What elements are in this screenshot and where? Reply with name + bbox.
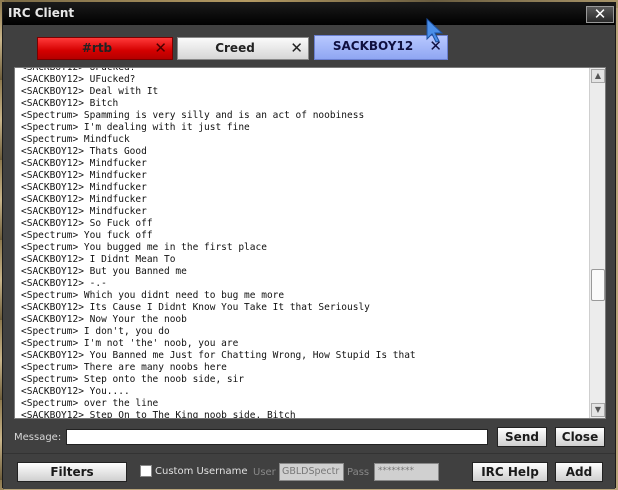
chat-line: <SACKBOY12> Deal with It — [21, 86, 159, 97]
chat-line: <Spectrum> I don't, you do — [21, 326, 170, 337]
close-button[interactable]: Close — [555, 427, 605, 447]
chat-line: <SACKBOY12> Mindfucker — [21, 158, 147, 169]
send-button[interactable]: Send — [497, 427, 547, 447]
chat-line: <Spectrum> over the line — [21, 398, 159, 409]
irc-client-window: IRC Client ✕ #rtb ✕ Creed ✕ SACKBOY12 ✕ … — [2, 2, 616, 489]
chat-line: <Spectrum> I'm dealing with it just fine — [21, 122, 250, 133]
user-label: User — [253, 467, 276, 478]
tab-bar: #rtb ✕ Creed ✕ SACKBOY12 ✕ — [3, 25, 615, 63]
custom-username-label: Custom Username — [155, 466, 248, 477]
user-field[interactable]: GBLDSpectr — [279, 463, 344, 481]
message-row: Message: Send Close — [3, 423, 615, 451]
chat-line: <Spectrum> There are many noobs here — [21, 362, 227, 373]
chat-line: <SACKBOY12> You.... — [21, 386, 130, 397]
chat-line: <SACKBOY12> Now Your the noob — [21, 314, 187, 325]
chat-line: <SACKBOY12> UFucked! — [21, 67, 136, 73]
pass-label: Pass — [347, 467, 370, 478]
chat-line: <Spectrum> You fuck off — [21, 230, 153, 241]
chat-line: <SACKBOY12> Mindfucker — [21, 170, 147, 181]
tab-rtb[interactable]: #rtb ✕ — [37, 37, 173, 60]
window-close-icon[interactable]: ✕ — [586, 6, 614, 23]
tab-label: #rtb — [81, 41, 113, 55]
message-input[interactable] — [66, 429, 488, 445]
irc-help-button[interactable]: IRC Help — [472, 462, 548, 482]
custom-username-checkbox[interactable] — [140, 465, 152, 477]
vertical-scrollbar[interactable]: ▲ ▼ — [589, 68, 605, 418]
chat-line: <Spectrum> Mindfuck — [21, 134, 130, 145]
scroll-up-icon[interactable]: ▲ — [591, 69, 605, 83]
chat-line: <SACKBOY12> Step On to The King noob sid… — [21, 410, 296, 419]
filters-button[interactable]: Filters — [17, 462, 127, 482]
chat-line: <SACKBOY12> Thats Good — [21, 146, 147, 157]
tab-close-icon[interactable]: ✕ — [154, 39, 167, 57]
chat-line: <SACKBOY12> -.- — [21, 278, 107, 289]
tab-creed[interactable]: Creed ✕ — [177, 37, 309, 60]
chat-log: <SACKBOY12> UFucked! <SACKBOY12> UFucked?… — [21, 67, 587, 419]
footer-bar: Filters Custom Username User GBLDSpectr … — [3, 453, 615, 489]
tab-close-icon[interactable]: ✕ — [290, 39, 303, 57]
chat-line: <SACKBOY12> Mindfucker — [21, 206, 147, 217]
message-label: Message: — [14, 432, 62, 443]
chat-line: <SACKBOY12> So Fuck off — [21, 218, 153, 229]
chat-line: <Spectrum> I'm not 'the' noob, you are — [21, 338, 239, 349]
chat-line: <SACKBOY12> UFucked? — [21, 74, 136, 85]
chat-line: <Spectrum> Which you didnt need to bug m… — [21, 290, 285, 301]
chat-line: <Spectrum> Step onto the noob side, sir — [21, 374, 245, 385]
chat-line: <Spectrum> Spamming is very silly and is… — [21, 110, 365, 121]
window-title: IRC Client — [8, 6, 75, 20]
chat-line: <SACKBOY12> You Banned me Just for Chatt… — [21, 350, 416, 361]
tab-label: SACKBOY12 — [332, 39, 414, 53]
pass-field[interactable]: ******** — [374, 463, 439, 481]
chat-line: <SACKBOY12> Its Cause I Didnt Know You T… — [21, 302, 370, 313]
scroll-down-icon[interactable]: ▼ — [591, 403, 605, 417]
chat-line: <SACKBOY12> I Didnt Mean To — [21, 254, 176, 265]
tab-label: Creed — [215, 41, 255, 55]
chat-line: <SACKBOY12> Bitch — [21, 98, 119, 109]
chat-line: <SACKBOY12> Mindfucker — [21, 194, 147, 205]
chat-line: <SACKBOY12> Mindfucker — [21, 182, 147, 193]
mouse-cursor-icon — [426, 17, 444, 43]
title-bar[interactable]: IRC Client ✕ — [3, 3, 615, 25]
chat-line: <SACKBOY12> But you Banned me — [21, 266, 187, 277]
scroll-thumb[interactable] — [591, 269, 605, 301]
chat-log-panel[interactable]: <SACKBOY12> UFucked! <SACKBOY12> UFucked?… — [14, 67, 606, 419]
add-button[interactable]: Add — [555, 462, 603, 482]
chat-line: <Spectrum> You bugged me in the first pl… — [21, 242, 267, 253]
